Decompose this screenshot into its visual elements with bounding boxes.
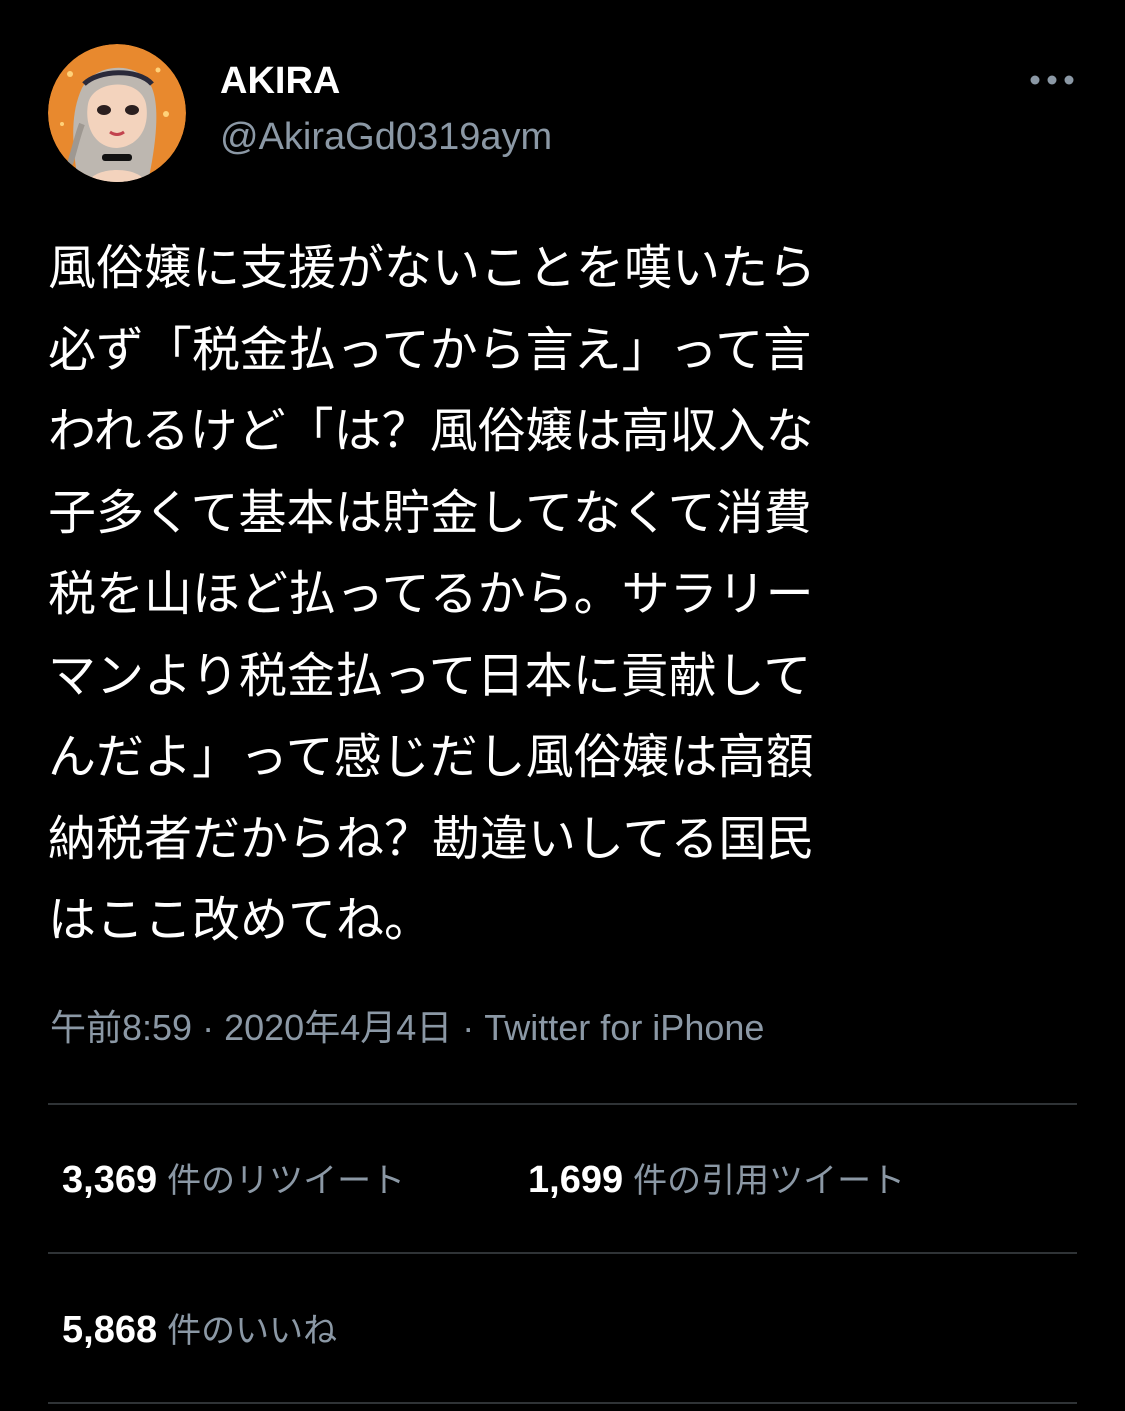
likes-count: 5,868 xyxy=(62,1309,158,1351)
retweets-label: 件のリツイート xyxy=(167,1161,406,1201)
display-name[interactable]: AKIRA xyxy=(220,58,340,104)
tweet-detail: AKIRA @AkiraGd0319aym 風俗嬢に支援がないことを嘆いたら 必… xyxy=(0,0,1125,1411)
retweets-stat[interactable]: 3,369 件のリツイート xyxy=(62,1156,405,1205)
likes-stat[interactable]: 5,868 件のいいね xyxy=(62,1306,337,1355)
retweets-count: 3,369 xyxy=(62,1159,158,1201)
tweet-source[interactable]: Twitter for iPhone xyxy=(484,1007,764,1048)
quote-tweets-stat[interactable]: 1,699 件の引用ツイート xyxy=(528,1156,905,1205)
likes-label: 件のいいね xyxy=(167,1311,338,1351)
user-handle[interactable]: @AkiraGd0319aym xyxy=(220,114,552,160)
tweet-text: 風俗嬢に支援がないことを嘆いたら 必ず「税金払ってから言え」って言 われるけど「… xyxy=(48,240,817,948)
tweet-metadata: 午前8:59 · 2020年4月4日 · Twitter for iPhone xyxy=(50,1004,764,1052)
more-options-button[interactable] xyxy=(1024,60,1080,100)
quote-tweets-count: 1,699 xyxy=(528,1159,624,1201)
avatar[interactable] xyxy=(48,44,186,182)
user-avatar-illustration-icon xyxy=(48,44,186,182)
tweet-date[interactable]: 2020年4月4日 xyxy=(224,1007,452,1048)
meta-separator: · xyxy=(202,1007,215,1048)
divider xyxy=(48,1252,1077,1254)
tweet-time[interactable]: 午前8:59 xyxy=(50,1007,192,1048)
divider xyxy=(48,1402,1077,1404)
quote-tweets-label: 件の引用ツイート xyxy=(633,1161,906,1201)
more-horizontal-icon xyxy=(1030,75,1074,85)
meta-separator: · xyxy=(462,1007,475,1048)
divider xyxy=(48,1103,1077,1105)
